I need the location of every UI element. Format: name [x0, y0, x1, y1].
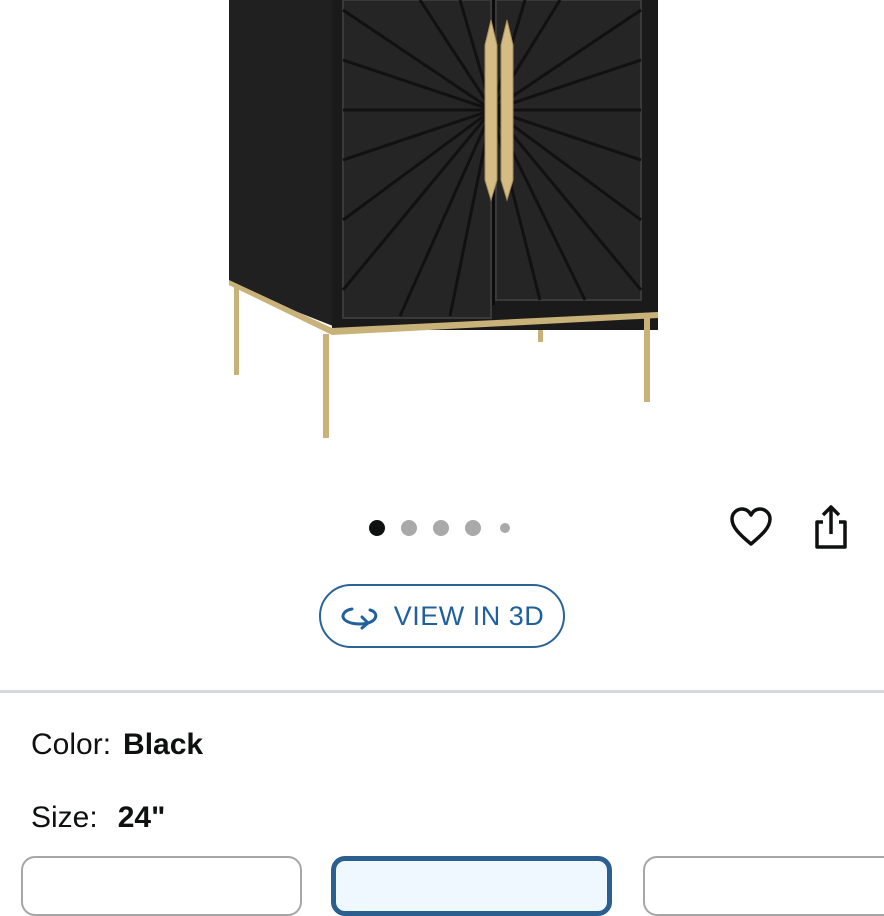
- share-button[interactable]: [807, 503, 855, 551]
- carousel-dot-1[interactable]: [369, 520, 385, 536]
- wishlist-button[interactable]: [727, 503, 775, 551]
- view-in-3d-label: VIEW IN 3D: [393, 600, 545, 631]
- size-value: 24": [117, 801, 166, 834]
- color-label: Color:: [31, 728, 112, 761]
- view-in-3d-button[interactable]: VIEW IN 3D: [319, 584, 565, 648]
- color-row: Color: Black: [31, 728, 203, 762]
- size-option-3[interactable]: [643, 856, 884, 916]
- carousel-dot-5[interactable]: [500, 523, 510, 533]
- carousel-dots: [369, 519, 526, 537]
- carousel-dot-4[interactable]: [465, 520, 481, 536]
- color-value: Black: [123, 728, 204, 761]
- heart-icon: [730, 507, 772, 546]
- section-divider: [0, 690, 884, 693]
- product-image[interactable]: [0, 0, 884, 470]
- carousel-dot-2[interactable]: [401, 520, 417, 536]
- share-icon: [815, 505, 847, 549]
- rotate-3d-icon: [340, 602, 380, 630]
- size-label: Size:: [31, 801, 98, 834]
- cabinet-illustration: [229, 0, 658, 438]
- size-row: Size: 24": [31, 801, 165, 835]
- size-option-2-selected[interactable]: [331, 856, 612, 916]
- size-option-1[interactable]: [21, 856, 302, 916]
- carousel-dot-3[interactable]: [433, 520, 449, 536]
